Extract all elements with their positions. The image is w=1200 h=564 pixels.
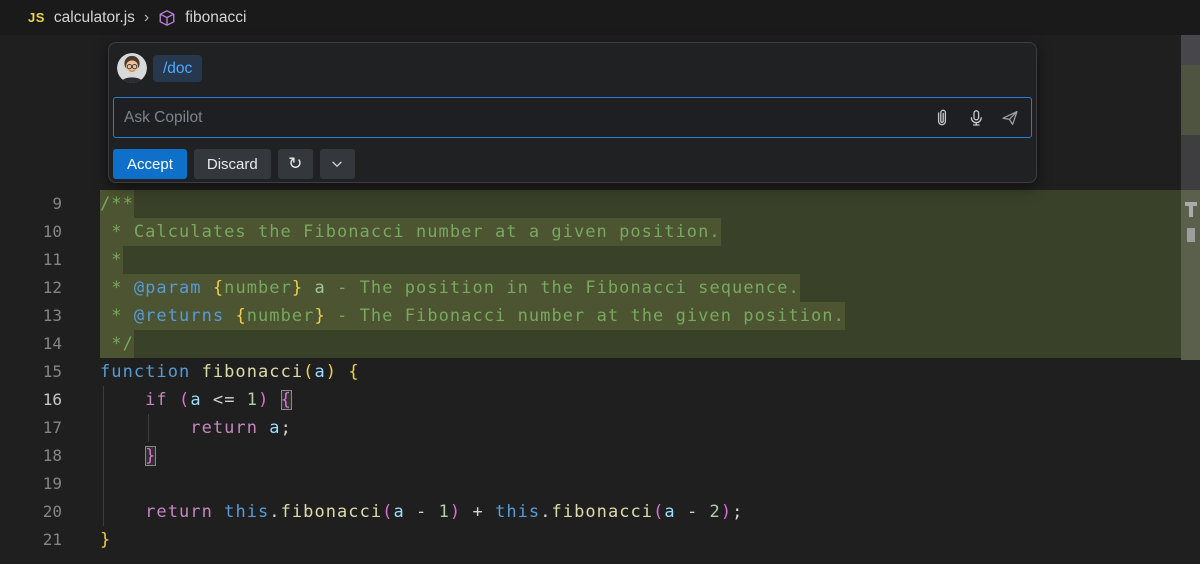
code-line-21[interactable]: 21} (0, 526, 1181, 554)
code-line-13[interactable]: 13 * @returns {number} - The Fibonacci n… (0, 302, 1181, 330)
scrollbar[interactable] (1181, 35, 1200, 564)
line-number: 10 (0, 218, 62, 246)
code-line-17[interactable]: 17 return a; (0, 414, 1181, 442)
code-line-16[interactable]: 16 if (a <= 1) { (0, 386, 1181, 414)
accept-button[interactable]: Accept (113, 149, 187, 179)
overview-added-marker (1181, 65, 1200, 135)
chevron-down-icon[interactable] (320, 149, 355, 179)
scrollbar-thumb[interactable] (1181, 35, 1200, 65)
symbol-cube-icon (158, 9, 176, 27)
breadcrumb-file-name[interactable]: calculator.js (54, 9, 135, 27)
code-line-11[interactable]: 11 * (0, 246, 1181, 274)
code-line-12[interactable]: 12 * @param {number} a - The position in… (0, 274, 1181, 302)
microphone-icon[interactable] (963, 105, 989, 131)
line-number: 19 (0, 470, 62, 498)
breadcrumb-separator-icon: › (144, 9, 149, 27)
code-line-20[interactable]: 20 return this.fibonacci(a - 1) + this.f… (0, 498, 1181, 526)
line-number: 9 (0, 190, 62, 218)
retry-icon[interactable]: ↻ (278, 149, 313, 179)
breadcrumb-symbol-name[interactable]: fibonacci (185, 9, 246, 27)
chat-action-row: Accept Discard ↻ (113, 149, 355, 179)
line-number: 16 (0, 386, 62, 414)
breadcrumb: JS calculator.js › fibonacci (0, 0, 1200, 35)
attach-icon[interactable] (929, 105, 955, 131)
overview-ruler-marker (1189, 206, 1193, 217)
line-number: 12 (0, 274, 62, 302)
copilot-chat-input[interactable] (114, 109, 929, 127)
code-line-18[interactable]: 18 } (0, 442, 1181, 470)
code-line-19[interactable]: 19 (0, 470, 1181, 498)
line-number: 15 (0, 358, 62, 386)
chat-input-container (113, 97, 1032, 138)
line-number: 13 (0, 302, 62, 330)
user-avatar (117, 53, 147, 83)
slash-command-chip[interactable]: /doc (153, 55, 202, 82)
code-line-14[interactable]: 14 */ (0, 330, 1181, 358)
line-number: 21 (0, 526, 62, 554)
line-number: 11 (0, 246, 62, 274)
code-editor[interactable]: 9/**10 * Calculates the Fibonacci number… (0, 190, 1181, 554)
line-number: 14 (0, 330, 62, 358)
send-icon[interactable] (997, 105, 1023, 131)
overview-ruler-marker (1187, 228, 1195, 242)
code-line-15[interactable]: 15function fibonacci(a) { (0, 358, 1181, 386)
line-number: 17 (0, 414, 62, 442)
line-number: 20 (0, 498, 62, 526)
discard-button[interactable]: Discard (194, 149, 271, 179)
code-line-9[interactable]: 9/** (0, 190, 1181, 218)
scrollbar-thumb[interactable] (1181, 135, 1200, 190)
line-number: 18 (0, 442, 62, 470)
copilot-inline-chat: /doc (108, 42, 1037, 183)
code-line-10[interactable]: 10 * Calculates the Fibonacci number at … (0, 218, 1181, 246)
javascript-file-icon: JS (28, 10, 45, 25)
